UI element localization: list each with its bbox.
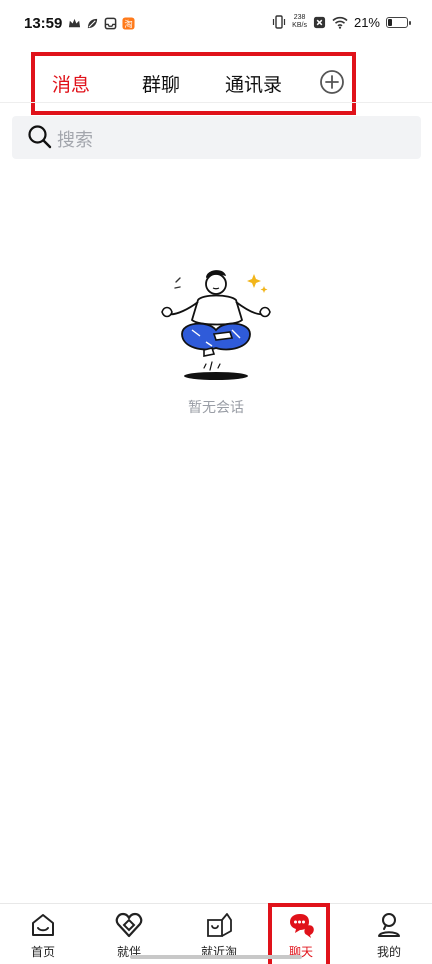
vibrate-icon [273,15,286,29]
status-time: 13:59 [24,15,63,32]
inbox-icon [104,17,117,30]
home-icon [32,914,54,936]
battery-percent: 21% [353,14,380,30]
status-bar: 13:59 淘 238 KB/s 21% [0,0,432,50]
top-tab-header: 消息 群聊 通讯录 [31,52,356,115]
tab-contacts[interactable]: 通讯录 [225,70,282,97]
home-indicator[interactable] [130,955,302,959]
taobao-app-icon: 淘 [122,17,135,30]
network-speed-value: 238 [293,14,306,21]
nav-item-home[interactable]: 首页 [0,904,86,964]
sim-blocked-icon [313,16,326,28]
search-icon [28,125,52,149]
header-divider [0,102,432,103]
shop-bag-icon [207,913,232,937]
nav-item-me[interactable]: 我的 [346,904,432,964]
network-speed-unit: KB/s [292,22,307,29]
tab-group-chats[interactable]: 群聊 [142,70,180,97]
meditating-person-illustration [161,270,271,380]
user-icon [378,913,400,937]
plus-circle-icon[interactable] [319,69,345,95]
battery-level-fill [388,18,392,26]
search-placeholder: 搜索 [57,130,93,151]
status-left-icons: 淘 [68,17,135,30]
empty-state-text: 暂无会话 [188,400,244,416]
network-speed: 238 KB/s [292,14,307,30]
heart-link-icon [115,912,143,938]
tab-messages[interactable]: 消息 [52,70,90,97]
nav-label-me: 我的 [376,945,401,959]
battery-icon [386,16,411,28]
nav-label-home: 首页 [30,945,55,959]
crown-icon [68,18,81,28]
wifi-icon [332,16,348,29]
search-bar[interactable]: 搜索 [12,116,421,159]
leaf-icon [87,18,98,29]
svg-text:淘: 淘 [124,19,132,29]
status-right-group: 238 KB/s 21% [272,14,411,30]
